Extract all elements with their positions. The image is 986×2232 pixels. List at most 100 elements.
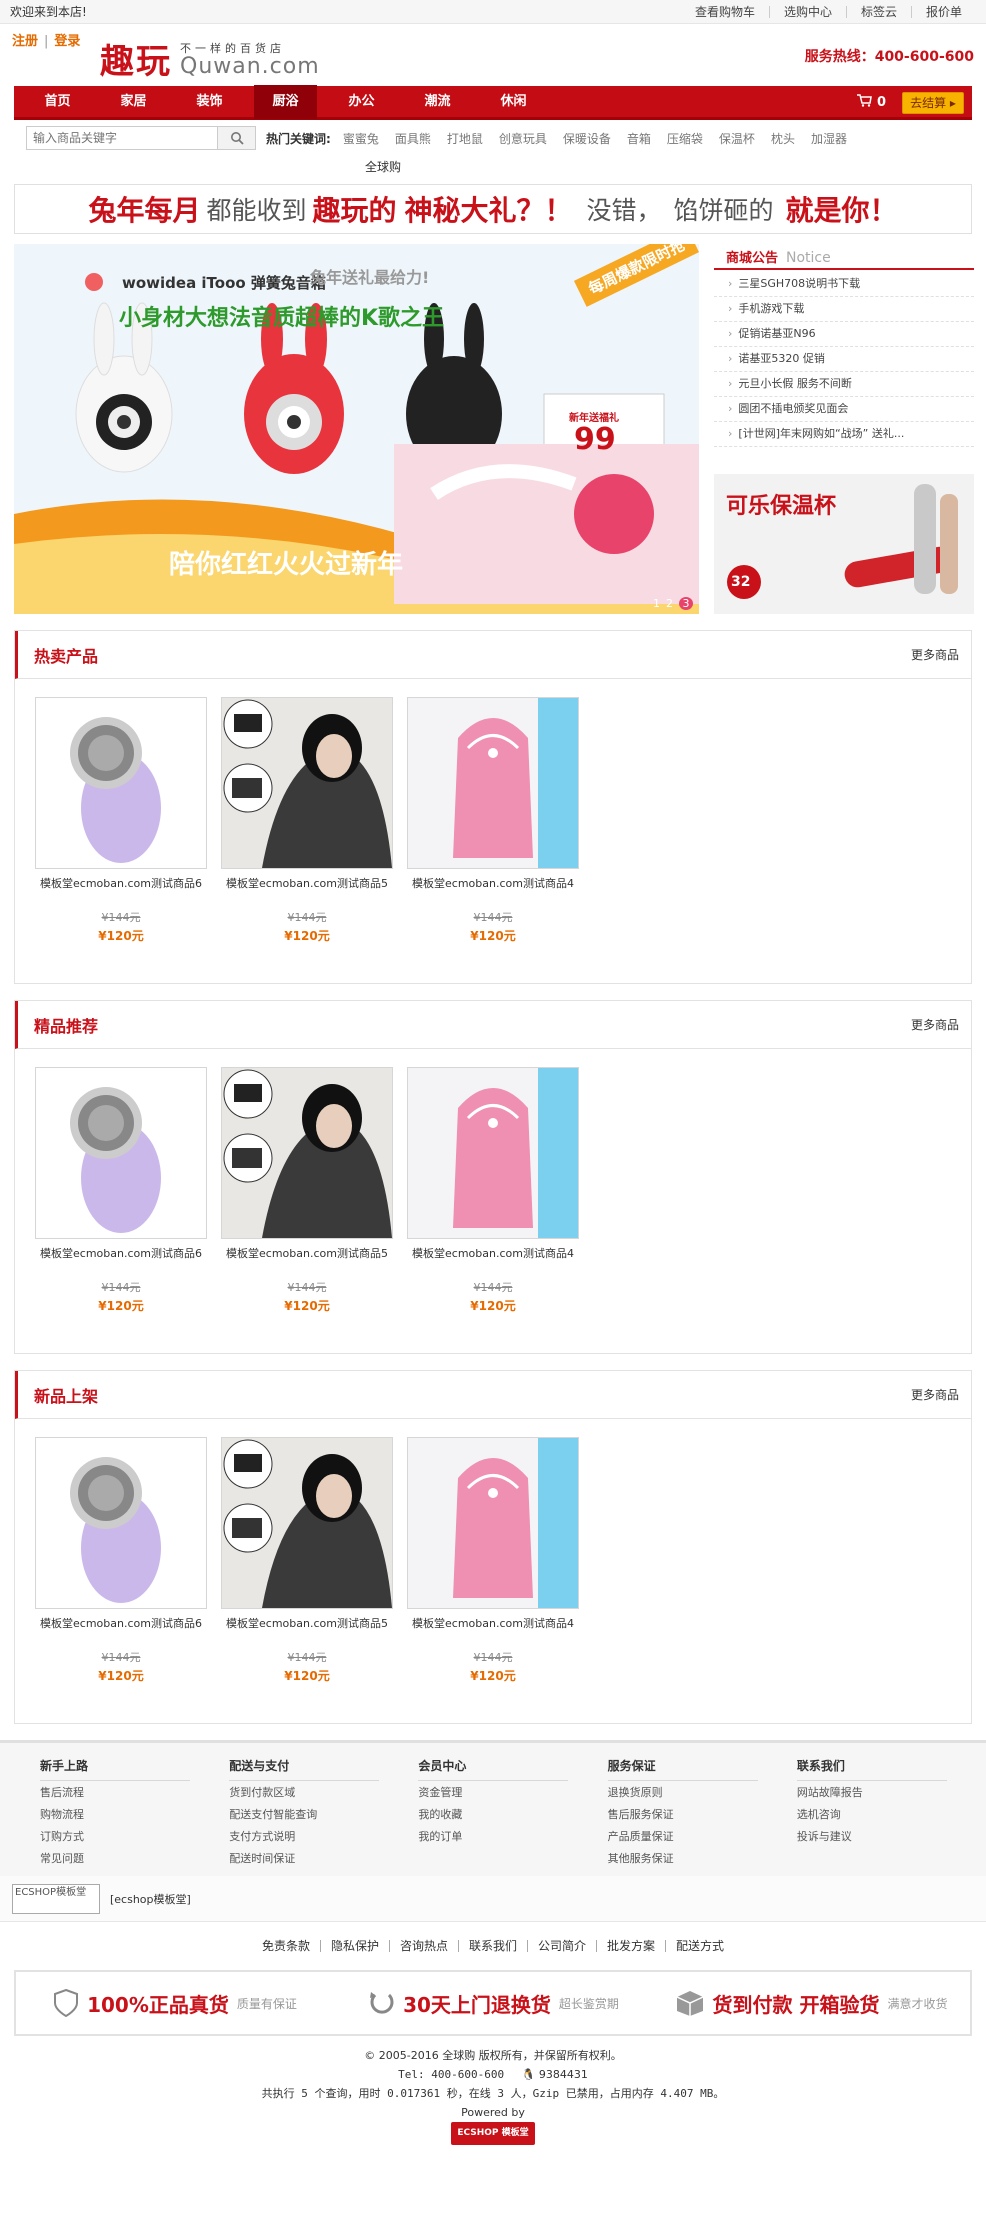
footer-link[interactable]: 隐私保护 bbox=[319, 1940, 389, 1952]
help-link[interactable]: 售后服务保证 bbox=[608, 1805, 797, 1825]
site-logo[interactable]: 趣玩 不一样的百货店 Quwan.com bbox=[100, 34, 320, 83]
friend-link[interactable]: [ecshop模板堂] bbox=[110, 1891, 191, 1907]
cart-button[interactable]: 0 bbox=[856, 86, 886, 120]
more-goods-link[interactable]: 更多商品 bbox=[911, 646, 959, 663]
qq-icon[interactable]: 🐧 bbox=[522, 2068, 536, 2081]
help-link[interactable]: 其他服务保证 bbox=[608, 1849, 797, 1869]
hero-slider[interactable]: wowidea iTooo 弹簧兔音箱 小身材大想法音质超棒的K歌之王 兔年送礼… bbox=[14, 244, 699, 614]
side-ad[interactable]: 可乐保温杯 32 bbox=[714, 474, 974, 614]
product-image[interactable] bbox=[35, 697, 207, 869]
help-link[interactable]: 退换货原则 bbox=[608, 1783, 797, 1803]
product-card[interactable]: 模板堂ecmoban.com测试商品6 ¥144元 ¥120元 bbox=[35, 1437, 207, 1684]
nav-home-living[interactable]: 家居 bbox=[102, 85, 165, 119]
notice-item[interactable]: 三星SGH708说明书下载 bbox=[714, 272, 974, 297]
footer-link[interactable]: 批发方案 bbox=[596, 1940, 665, 1952]
product-name[interactable]: 模板堂ecmoban.com测试商品5 bbox=[221, 1615, 393, 1631]
keyword-link[interactable]: 音箱 bbox=[627, 130, 651, 147]
product-image[interactable] bbox=[35, 1067, 207, 1239]
product-name[interactable]: 模板堂ecmoban.com测试商品4 bbox=[407, 1615, 579, 1631]
product-image[interactable] bbox=[221, 1067, 393, 1239]
search-button[interactable] bbox=[217, 127, 255, 149]
product-card[interactable]: 模板堂ecmoban.com测试商品6 ¥144元 ¥120元 bbox=[35, 697, 207, 944]
keyword-link[interactable]: 保温杯 bbox=[719, 130, 755, 147]
nav-decor[interactable]: 装饰 bbox=[178, 85, 241, 119]
login-link[interactable]: 登录 bbox=[54, 34, 80, 49]
notice-item[interactable]: 诺基亚5320 促销 bbox=[714, 347, 974, 372]
nav-kitchen[interactable]: 厨浴 bbox=[254, 84, 317, 119]
product-card[interactable]: 模板堂ecmoban.com测试商品5 ¥144元 ¥120元 bbox=[221, 1067, 393, 1314]
keyword-link[interactable]: 枕头 bbox=[771, 130, 795, 147]
nav-home[interactable]: 首页 bbox=[26, 85, 89, 119]
product-image[interactable] bbox=[221, 1437, 393, 1609]
help-link[interactable]: 选机咨询 bbox=[797, 1805, 986, 1825]
global-link[interactable]: 全球购 bbox=[365, 160, 401, 174]
search-input[interactable] bbox=[27, 127, 217, 149]
register-link[interactable]: 注册 bbox=[12, 34, 38, 49]
nav-leisure[interactable]: 休闲 bbox=[482, 85, 545, 119]
help-link[interactable]: 售后流程 bbox=[40, 1783, 229, 1803]
friend-logo[interactable]: ECSHOP模板堂 bbox=[12, 1883, 100, 1914]
notice-item[interactable]: 元旦小长假 服务不间断 bbox=[714, 372, 974, 397]
more-goods-link[interactable]: 更多商品 bbox=[911, 1386, 959, 1403]
keyword-link[interactable]: 面具熊 bbox=[395, 130, 431, 147]
help-link[interactable]: 订购方式 bbox=[40, 1827, 229, 1847]
product-name[interactable]: 模板堂ecmoban.com测试商品6 bbox=[35, 1245, 207, 1261]
product-image[interactable] bbox=[407, 1437, 579, 1609]
product-name[interactable]: 模板堂ecmoban.com测试商品5 bbox=[221, 875, 393, 891]
help-link[interactable]: 网站故障报告 bbox=[797, 1783, 986, 1803]
footer-link[interactable]: 免责条款 bbox=[252, 1940, 320, 1952]
promo-banner[interactable]: 兔年每月 都能收到 趣玩的 神秘大礼？！ 没错， 馅饼砸的 就是你！ bbox=[14, 184, 972, 234]
slider-page[interactable]: 2 bbox=[666, 597, 673, 610]
checkout-button[interactable]: 去结算 ▸ bbox=[902, 92, 964, 114]
help-link[interactable]: 资金管理 bbox=[418, 1783, 607, 1803]
help-link[interactable]: 配送时间保证 bbox=[229, 1849, 418, 1869]
notice-item[interactable]: 圆团不插电颁奖见面会 bbox=[714, 397, 974, 422]
product-card[interactable]: 模板堂ecmoban.com测试商品4 ¥144元 ¥120元 bbox=[407, 1437, 579, 1684]
product-name[interactable]: 模板堂ecmoban.com测试商品5 bbox=[221, 1245, 393, 1261]
keyword-link[interactable]: 蜜蜜兔 bbox=[343, 130, 379, 147]
keyword-link[interactable]: 压缩袋 bbox=[667, 130, 703, 147]
help-link[interactable]: 常见问题 bbox=[40, 1849, 229, 1869]
product-image[interactable] bbox=[407, 1067, 579, 1239]
more-goods-link[interactable]: 更多商品 bbox=[911, 1016, 959, 1033]
footer-link[interactable]: 公司简介 bbox=[527, 1940, 596, 1952]
footer-link[interactable]: 联系我们 bbox=[457, 1940, 527, 1952]
product-card[interactable]: 模板堂ecmoban.com测试商品5 ¥144元 ¥120元 bbox=[221, 697, 393, 944]
help-link[interactable]: 投诉与建议 bbox=[797, 1827, 986, 1847]
notice-item[interactable]: [计世网]年末网购如“战场” 送礼... bbox=[714, 422, 974, 447]
slider-page[interactable]: 3 bbox=[679, 597, 693, 610]
product-card[interactable]: 模板堂ecmoban.com测试商品6 ¥144元 ¥120元 bbox=[35, 1067, 207, 1314]
product-name[interactable]: 模板堂ecmoban.com测试商品6 bbox=[35, 875, 207, 891]
product-card[interactable]: 模板堂ecmoban.com测试商品5 ¥144元 ¥120元 bbox=[221, 1437, 393, 1684]
keyword-link[interactable]: 加湿器 bbox=[811, 130, 847, 147]
notice-item[interactable]: 手机游戏下载 bbox=[714, 297, 974, 322]
nav-office[interactable]: 办公 bbox=[330, 85, 393, 119]
ecshop-badge[interactable]: ECSHOP 模板堂 bbox=[451, 2122, 535, 2145]
top-link-quote[interactable]: 报价单 bbox=[910, 5, 976, 18]
help-link[interactable]: 我的收藏 bbox=[418, 1805, 607, 1825]
footer-link[interactable]: 咨询热点 bbox=[388, 1940, 458, 1952]
top-link-tags[interactable]: 标签云 bbox=[845, 5, 911, 18]
top-link-pick[interactable]: 选购中心 bbox=[768, 5, 846, 18]
help-link[interactable]: 我的订单 bbox=[418, 1827, 607, 1847]
product-name[interactable]: 模板堂ecmoban.com测试商品4 bbox=[407, 875, 579, 891]
help-link[interactable]: 产品质量保证 bbox=[608, 1827, 797, 1847]
help-link[interactable]: 支付方式说明 bbox=[229, 1827, 418, 1847]
product-image[interactable] bbox=[407, 697, 579, 869]
help-link[interactable]: 货到付款区域 bbox=[229, 1783, 418, 1803]
keyword-link[interactable]: 保暖设备 bbox=[563, 130, 611, 147]
top-link-cart[interactable]: 查看购物车 bbox=[681, 6, 769, 18]
product-card[interactable]: 模板堂ecmoban.com测试商品4 ¥144元 ¥120元 bbox=[407, 697, 579, 944]
keyword-link[interactable]: 创意玩具 bbox=[499, 130, 547, 147]
product-card[interactable]: 模板堂ecmoban.com测试商品4 ¥144元 ¥120元 bbox=[407, 1067, 579, 1314]
help-link[interactable]: 配送支付智能查询 bbox=[229, 1805, 418, 1825]
footer-link[interactable]: 配送方式 bbox=[665, 1940, 734, 1952]
help-link[interactable]: 购物流程 bbox=[40, 1805, 229, 1825]
product-image[interactable] bbox=[35, 1437, 207, 1609]
product-image[interactable] bbox=[221, 697, 393, 869]
product-name[interactable]: 模板堂ecmoban.com测试商品6 bbox=[35, 1615, 207, 1631]
notice-item[interactable]: 促销诺基亚N96 bbox=[714, 322, 974, 347]
keyword-link[interactable]: 打地鼠 bbox=[447, 130, 483, 147]
nav-trend[interactable]: 潮流 bbox=[406, 85, 469, 119]
qq-number[interactable]: 9384431 bbox=[539, 2068, 588, 2081]
